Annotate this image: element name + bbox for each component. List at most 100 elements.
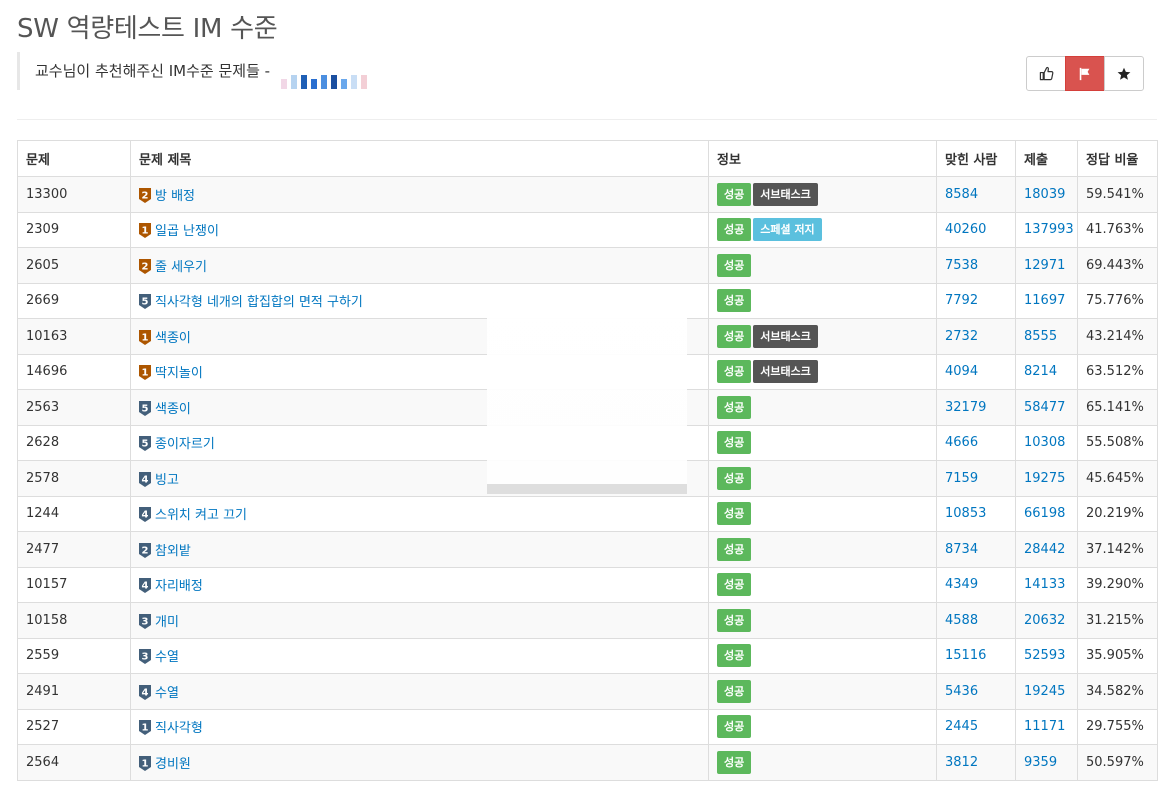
problem-id: 2578 bbox=[17, 460, 131, 497]
table-row: 2527 1 직사각형 성공 2445 11171 29.755% bbox=[17, 708, 1158, 745]
solved-count-link[interactable]: 4666 bbox=[945, 435, 978, 450]
problem-title-link[interactable]: 스위치 켜고 끄기 bbox=[155, 508, 247, 523]
submission-count-cell: 8555 bbox=[1015, 318, 1078, 355]
submission-count-link[interactable]: 58477 bbox=[1024, 400, 1065, 415]
problem-title-cell: 3 개미 bbox=[130, 602, 709, 639]
solved-count-link[interactable]: 15116 bbox=[945, 648, 986, 663]
tag-solved[interactable]: 성공 bbox=[717, 360, 752, 384]
accept-ratio: 39.290% bbox=[1077, 566, 1158, 603]
problem-title-link[interactable]: 개미 bbox=[155, 615, 179, 630]
star-button[interactable] bbox=[1104, 56, 1144, 91]
problem-title-link[interactable]: 수열 bbox=[155, 686, 179, 701]
submission-count-link[interactable]: 20632 bbox=[1024, 613, 1065, 628]
tag-solved[interactable]: 성공 bbox=[717, 289, 752, 313]
problem-title-link[interactable]: 경비원 bbox=[155, 757, 191, 772]
problem-title-link[interactable]: 색종이 bbox=[155, 331, 191, 346]
problem-title-link[interactable]: 수열 bbox=[155, 650, 179, 665]
problem-id: 2628 bbox=[17, 424, 131, 461]
redacted-block bbox=[360, 74, 367, 89]
submission-count-link[interactable]: 28442 bbox=[1024, 542, 1065, 557]
tag-solved[interactable]: 성공 bbox=[717, 395, 752, 419]
tag-solved[interactable]: 성공 bbox=[717, 218, 752, 242]
tag-solved[interactable]: 성공 bbox=[717, 466, 752, 490]
tag-solved[interactable]: 성공 bbox=[717, 324, 752, 348]
problem-title-link[interactable]: 종이자르기 bbox=[155, 437, 215, 452]
problem-id: 14696 bbox=[17, 353, 131, 390]
problem-title-link[interactable]: 색종이 bbox=[155, 402, 191, 417]
submission-count-link[interactable]: 11697 bbox=[1024, 293, 1065, 308]
tag-solved[interactable]: 성공 bbox=[717, 182, 752, 206]
submission-count-link[interactable]: 19245 bbox=[1024, 684, 1065, 699]
solved-count-link[interactable]: 2732 bbox=[945, 329, 978, 344]
problem-info: 성공 bbox=[708, 460, 937, 497]
submission-count-link[interactable]: 14133 bbox=[1024, 577, 1065, 592]
tag-subtask[interactable]: 서브태스크 bbox=[753, 182, 818, 206]
tag-solved[interactable]: 성공 bbox=[717, 715, 752, 739]
solved-count-link[interactable]: 8584 bbox=[945, 187, 978, 202]
submission-count-link[interactable]: 52593 bbox=[1024, 648, 1065, 663]
submission-count-link[interactable]: 137993 bbox=[1024, 222, 1074, 237]
problem-title-link[interactable]: 줄 세우기 bbox=[155, 260, 207, 275]
solved-count-link[interactable]: 3812 bbox=[945, 755, 978, 770]
submission-count-link[interactable]: 19275 bbox=[1024, 471, 1065, 486]
tag-solved[interactable]: 성공 bbox=[717, 502, 752, 526]
tag-subtask[interactable]: 서브태스크 bbox=[753, 324, 818, 348]
tier-badge-icon: 4 bbox=[139, 471, 151, 487]
table-row: 2563 5 색종이 성공 32179 58477 65.141% bbox=[17, 389, 1158, 426]
tier-badge-icon: 1 bbox=[139, 365, 151, 381]
solved-count-link[interactable]: 2445 bbox=[945, 719, 978, 734]
problem-info: 성공 서브태스크 bbox=[708, 318, 937, 355]
redacted-block bbox=[350, 74, 357, 89]
tag-solved[interactable]: 성공 bbox=[717, 431, 752, 455]
problem-title-link[interactable]: 일곱 난쟁이 bbox=[155, 224, 219, 239]
tag-solved[interactable]: 성공 bbox=[717, 537, 752, 561]
submission-count-link[interactable]: 18039 bbox=[1024, 187, 1065, 202]
problem-title-cell: 5 종이자르기 bbox=[130, 424, 709, 461]
solved-count-link[interactable]: 10853 bbox=[945, 506, 986, 521]
solved-count-link[interactable]: 4588 bbox=[945, 613, 978, 628]
problem-title-link[interactable]: 참외밭 bbox=[155, 544, 191, 559]
tag-solved[interactable]: 성공 bbox=[717, 253, 752, 277]
solved-count-link[interactable]: 32179 bbox=[945, 400, 986, 415]
submission-count-link[interactable]: 9359 bbox=[1024, 755, 1057, 770]
accept-ratio: 45.645% bbox=[1077, 460, 1158, 497]
tag-special-judge[interactable]: 스페셜 저지 bbox=[753, 218, 822, 242]
table-row: 2605 2 줄 세우기 성공 7538 12971 69.443% bbox=[17, 247, 1158, 284]
submission-count-link[interactable]: 12971 bbox=[1024, 258, 1065, 273]
tier-badge-icon: 4 bbox=[139, 578, 151, 594]
tag-solved[interactable]: 성공 bbox=[717, 679, 752, 703]
solved-count-link[interactable]: 7538 bbox=[945, 258, 978, 273]
submission-count-link[interactable]: 8214 bbox=[1024, 364, 1057, 379]
tag-solved[interactable]: 성공 bbox=[717, 644, 752, 668]
problem-info: 성공 bbox=[708, 424, 937, 461]
submission-count-cell: 58477 bbox=[1015, 389, 1078, 426]
submission-count-link[interactable]: 8555 bbox=[1024, 329, 1057, 344]
solved-count-link[interactable]: 8734 bbox=[945, 542, 978, 557]
problem-title-link[interactable]: 딱지놀이 bbox=[155, 366, 203, 381]
like-button[interactable] bbox=[1026, 56, 1066, 91]
solved-count-link[interactable]: 4349 bbox=[945, 577, 978, 592]
problem-title-cell: 4 수열 bbox=[130, 673, 709, 710]
solved-count-link[interactable]: 5436 bbox=[945, 684, 978, 699]
problem-title-link[interactable]: 빙고 bbox=[155, 473, 179, 488]
submission-count-link[interactable]: 66198 bbox=[1024, 506, 1065, 521]
tag-subtask[interactable]: 서브태스크 bbox=[753, 360, 818, 384]
submission-count-link[interactable]: 10308 bbox=[1024, 435, 1065, 450]
problem-title-link[interactable]: 방 배정 bbox=[155, 189, 195, 204]
solved-count-link[interactable]: 7159 bbox=[945, 471, 978, 486]
tier-level: 3 bbox=[142, 652, 149, 663]
problem-title-link[interactable]: 직사각형 네개의 합집합의 면적 구하기 bbox=[155, 295, 363, 310]
problem-info: 성공 bbox=[708, 566, 937, 603]
accept-ratio: 29.755% bbox=[1077, 708, 1158, 745]
problem-title-link[interactable]: 직사각형 bbox=[155, 721, 203, 736]
submission-count-cell: 19275 bbox=[1015, 460, 1078, 497]
solved-count-link[interactable]: 4094 bbox=[945, 364, 978, 379]
submission-count-link[interactable]: 11171 bbox=[1024, 719, 1065, 734]
tag-solved[interactable]: 성공 bbox=[717, 608, 752, 632]
solved-count-link[interactable]: 7792 bbox=[945, 293, 978, 308]
tag-solved[interactable]: 성공 bbox=[717, 750, 752, 774]
problem-title-link[interactable]: 자리배정 bbox=[155, 579, 203, 594]
tag-solved[interactable]: 성공 bbox=[717, 573, 752, 597]
solved-count-link[interactable]: 40260 bbox=[945, 222, 986, 237]
flag-button[interactable] bbox=[1065, 56, 1105, 91]
